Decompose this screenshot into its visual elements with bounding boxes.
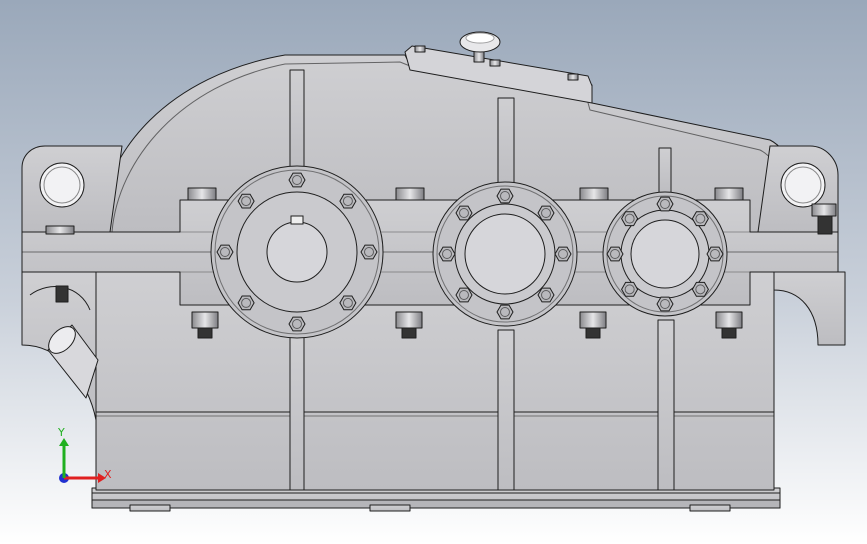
y-axis-label: Y bbox=[57, 426, 65, 439]
cad-viewport[interactable]: X Y bbox=[0, 0, 867, 544]
cover-rib-1 bbox=[289, 69, 305, 171]
output-shaft-bore bbox=[630, 219, 700, 289]
input-shaft-keyway bbox=[290, 215, 304, 225]
left-lifting-lug[interactable] bbox=[21, 145, 123, 233]
base-plate[interactable] bbox=[91, 487, 781, 512]
input-shaft-bore bbox=[266, 221, 328, 283]
cover-rib-2 bbox=[497, 97, 515, 189]
intermediate-shaft-bore bbox=[464, 213, 546, 295]
gearbox-model-view[interactable]: X Y bbox=[0, 0, 867, 544]
input-shaft-bearing-cap[interactable] bbox=[210, 165, 384, 339]
x-axis-label: X bbox=[104, 468, 112, 481]
output-shaft-bearing-cap[interactable] bbox=[602, 191, 728, 317]
cover-rib-3 bbox=[658, 147, 672, 194]
intermediate-shaft-bearing-cap[interactable] bbox=[432, 181, 578, 327]
